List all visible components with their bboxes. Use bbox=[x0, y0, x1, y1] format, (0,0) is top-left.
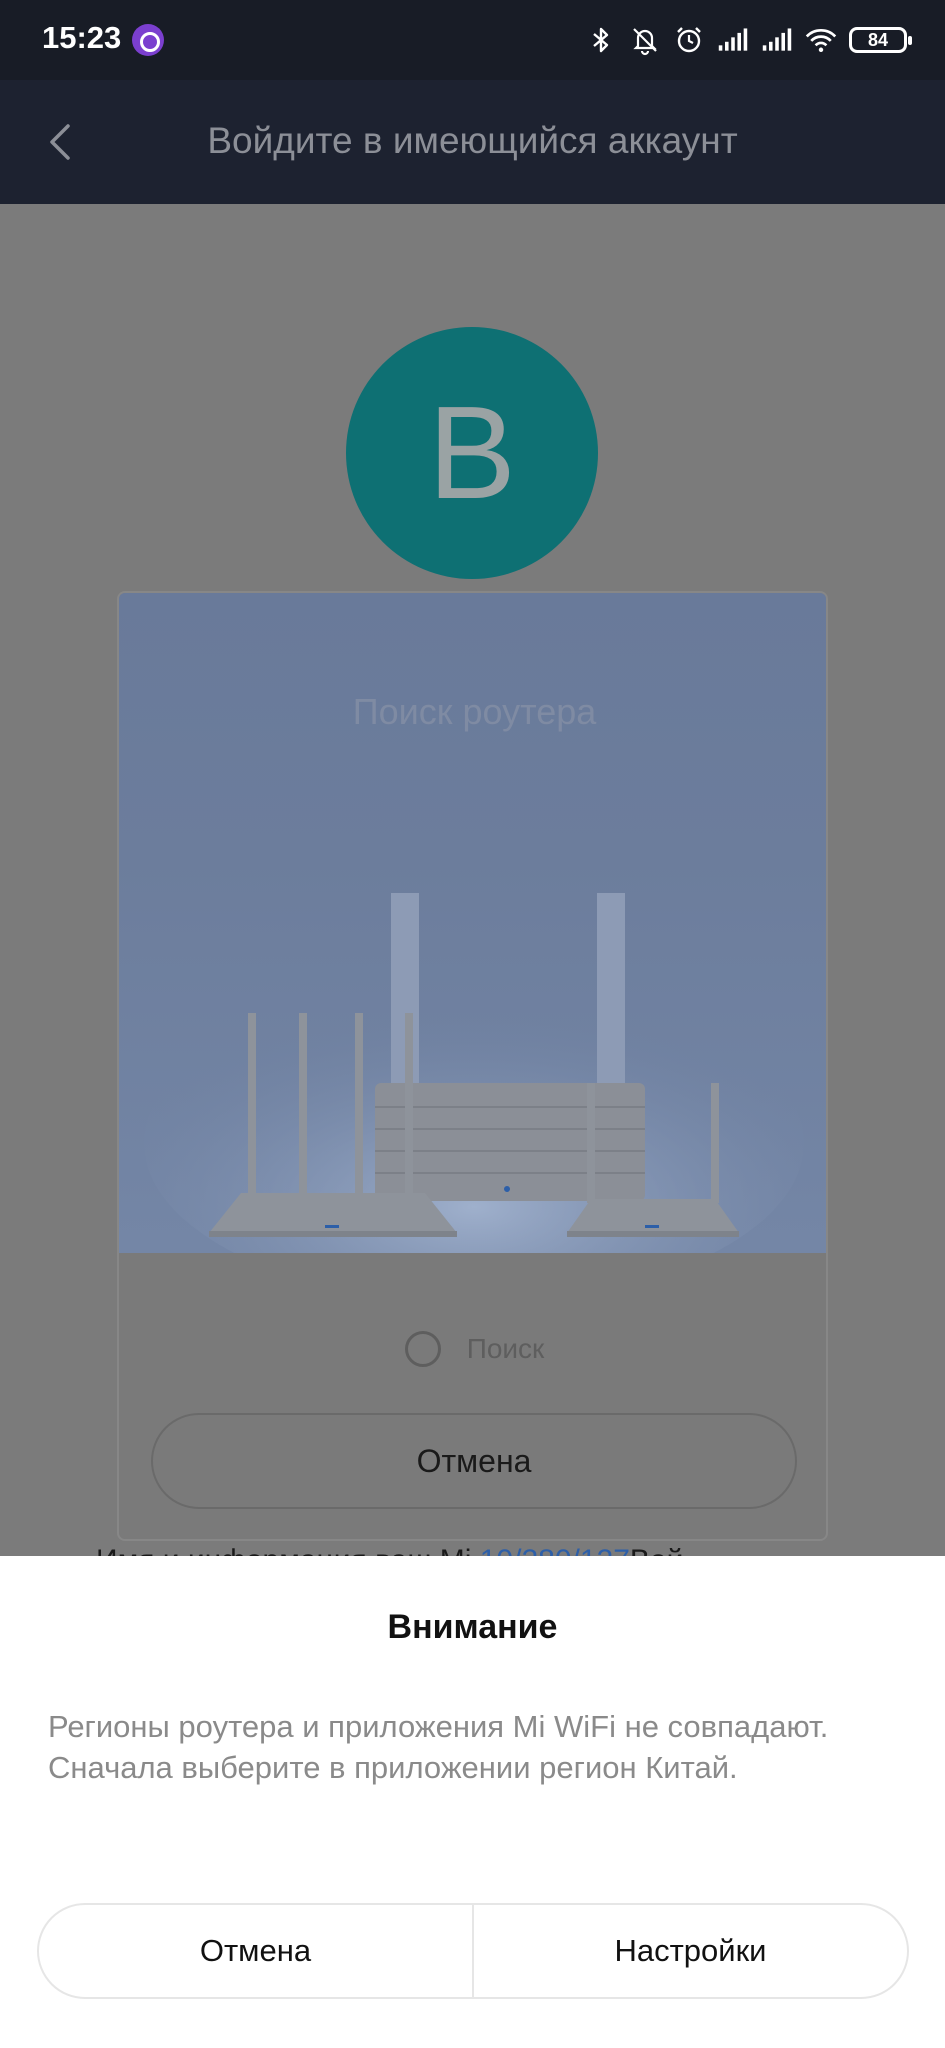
loading-spinner-icon bbox=[404, 1331, 441, 1367]
peek-text-after: Вой bbox=[630, 1544, 683, 1556]
peek-text-link[interactable]: 10/280/127 bbox=[480, 1544, 630, 1556]
signal-icon bbox=[718, 28, 748, 51]
bluetooth-icon bbox=[593, 27, 609, 53]
settings-button[interactable]: Настройки bbox=[472, 1905, 907, 1997]
avatar-letter: B bbox=[427, 379, 517, 526]
card-cancel-button[interactable]: Отмена bbox=[151, 1413, 797, 1509]
dialog-buttons: Отмена Настройки bbox=[37, 1903, 909, 1999]
avatar: B bbox=[346, 327, 598, 579]
dimmed-content: B Поиск роутера Поиск Отмена bbox=[0, 204, 945, 1556]
routers-illustration bbox=[144, 893, 804, 1253]
peek-text-before: Имя и информация ваш Mi bbox=[96, 1544, 480, 1556]
dialog-message: Регионы роутера и приложения Mi WiFi не … bbox=[48, 1709, 829, 1785]
search-status-label: Поиск bbox=[466, 1333, 545, 1364]
status-bar: 15:23 84 bbox=[0, 0, 945, 80]
peek-text: Имя и информация ваш Mi 10/280/127Вой bbox=[96, 1544, 856, 1556]
card-hero: Поиск роутера bbox=[119, 593, 826, 1253]
alarm-icon bbox=[677, 27, 701, 53]
wifi-icon bbox=[805, 29, 837, 52]
battery-indicator: 84 bbox=[849, 27, 912, 53]
bell-off-icon bbox=[633, 28, 657, 56]
alert-dialog: Внимание Регионы роутера и приложения Mi… bbox=[0, 1556, 945, 2048]
app-bar: Войдите в имеющийся аккаунт bbox=[0, 80, 945, 204]
status-time: 15:23 bbox=[42, 20, 122, 55]
card-title: Поиск роутера bbox=[352, 691, 597, 732]
page-title: Войдите в имеющийся аккаунт bbox=[207, 120, 738, 161]
status-icons: 84 bbox=[585, 16, 912, 64]
cancel-button[interactable]: Отмена bbox=[39, 1905, 472, 1997]
dialog-title: Внимание bbox=[387, 1608, 558, 1646]
search-status: Поиск bbox=[119, 1329, 826, 1369]
signal-icon bbox=[762, 28, 792, 51]
router-search-card: Поиск роутера Поиск Отмена bbox=[117, 591, 828, 1541]
s-app-icon bbox=[132, 24, 164, 56]
